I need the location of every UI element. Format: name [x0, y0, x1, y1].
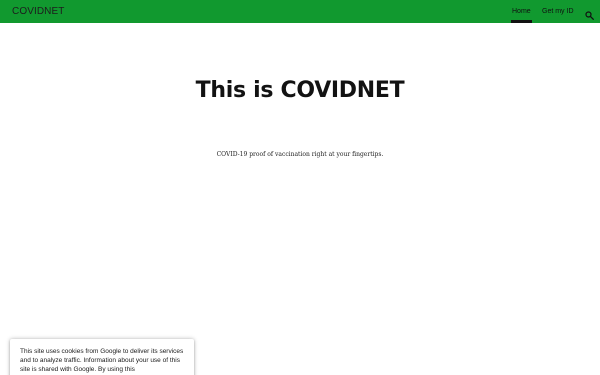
nav-tab-home[interactable]: Home — [512, 7, 531, 16]
page-subtitle: COVID-19 proof of vaccination right at y… — [216, 151, 384, 158]
top-navigation-bar: COVIDNET Home Get my ID — [0, 0, 600, 23]
page: COVIDNET Home Get my ID This is COVIDNET… — [0, 0, 600, 375]
active-tab-indicator — [511, 20, 532, 23]
search-icon[interactable] — [585, 7, 594, 20]
cookie-notice-banner: This site uses cookies from Google to de… — [10, 339, 194, 375]
nav-tab-get-my-id[interactable]: Get my ID — [542, 7, 574, 16]
site-title-link[interactable]: COVIDNET — [12, 5, 64, 18]
page-title: This is COVIDNET — [195, 77, 405, 103]
cookie-notice-text: This site uses cookies from Google to de… — [20, 348, 184, 373]
